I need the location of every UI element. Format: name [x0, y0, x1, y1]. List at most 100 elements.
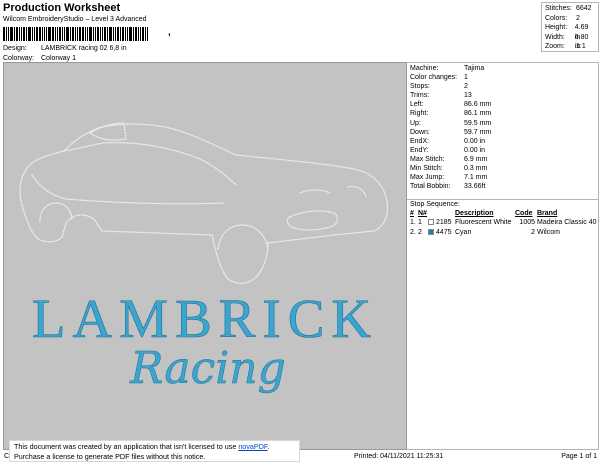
barcode-bar — [3, 27, 5, 41]
colorway-row: Colorway: Colorway 1 — [3, 55, 76, 62]
barcode-bar — [42, 27, 43, 41]
barcode-bar — [82, 27, 84, 41]
barcode-bar — [75, 27, 76, 41]
machine-info-row: Up: 59.5 mm — [410, 119, 596, 128]
table-row: 2. 2 4475 Cyan 2 Wilcom — [410, 228, 598, 238]
barcode — [3, 27, 167, 41]
row-code: 2 — [531, 228, 535, 236]
barcode-bar — [127, 27, 128, 41]
row-swatch-cell: 2185 — [428, 218, 455, 228]
novapdf-link[interactable]: novaPDF — [238, 442, 267, 451]
barcode-bar — [77, 27, 78, 41]
barcode-bar — [32, 27, 33, 41]
machine-info-value: 7.1 mm — [464, 174, 488, 182]
barcode-bar — [145, 27, 146, 41]
stat-value: 6.80 in — [574, 33, 589, 51]
stop-table-header: # N# Description Code Brand — [410, 209, 598, 218]
machine-info-row: Left: 86.6 mm — [410, 100, 596, 109]
machine-info-row: Down: 59.7 mm — [410, 128, 596, 137]
barcode-bar — [10, 27, 13, 41]
barcode-bar — [55, 27, 56, 41]
stat-label: Colors: — [545, 14, 568, 22]
machine-info-value: 0.00 in — [464, 137, 486, 145]
barcode-bar — [79, 27, 81, 41]
colorway-label: Colorway: — [3, 55, 35, 62]
machine-info-row: Machine: Tajima — [410, 64, 596, 73]
machine-info-row: Trims: 13 — [410, 91, 596, 100]
barcode-bar — [14, 27, 15, 41]
row-description: Fluorescent White — [455, 219, 512, 227]
barcode-bar — [46, 27, 47, 41]
barcode-bar — [66, 27, 69, 41]
machine-info-label: Max Stitch: — [410, 155, 445, 163]
col-num: # — [410, 210, 414, 217]
col-swatch — [428, 209, 455, 218]
machine-info-row: Max Jump: 7.1 mm — [410, 173, 596, 182]
thread-swatch-icon — [428, 228, 434, 235]
barcode-bar — [113, 27, 114, 41]
stat-label: Width: — [545, 33, 565, 41]
machine-info-row: EndY: 0.00 in — [410, 146, 596, 155]
barcode-bar — [28, 27, 31, 41]
design-subtitle-text: Racing — [129, 343, 286, 394]
car-outline — [19, 122, 389, 284]
stat-zoom: Zoom: 1:1 — [545, 42, 595, 52]
barcode-bar — [6, 27, 7, 41]
design-title-text: LAMBRICK — [32, 288, 378, 349]
barcode-bar — [36, 27, 38, 41]
barcode-bar — [57, 27, 58, 41]
barcode-bar — [142, 27, 144, 41]
barcode-bar — [147, 27, 148, 41]
software-name: Wilcom EmbroideryStudio – Level 3 Advanc… — [3, 16, 147, 23]
stat-value: 1:1 — [576, 43, 586, 50]
row-num: 2. — [410, 228, 416, 236]
row-brand: Madeira Classic 40 — [537, 219, 597, 227]
machine-info-label: Up: — [410, 119, 421, 127]
stat-label: Zoom: — [545, 43, 565, 50]
design-artwork: LAMBRICK Racing — [19, 122, 389, 394]
notice-line-2: Purchase a license to generate PDF files… — [14, 452, 206, 461]
machine-info-value: 1 — [464, 74, 468, 82]
row-num: 1. — [410, 219, 416, 227]
barcode-bar — [48, 27, 51, 41]
barcode-bar — [104, 27, 106, 41]
machine-info-label: Right: — [410, 110, 429, 118]
machine-info-value: 0.3 mm — [464, 165, 488, 173]
machine-info-value: 59.5 mm — [464, 119, 492, 127]
barcode-bar — [138, 27, 139, 41]
barcode-bar — [140, 27, 141, 41]
machine-info-row: Max Stitch: 6.9 mm — [410, 155, 596, 164]
barcode-bar — [26, 27, 27, 41]
stop-table-body: 1. 1 2185 Fluorescent White 1005 Madeira Clas… — [410, 218, 598, 237]
barcode-bar — [16, 27, 18, 41]
barcode-bar — [107, 27, 108, 41]
col-brand: Brand — [537, 210, 558, 217]
machine-info-label: Stops: — [410, 83, 430, 91]
barcode-bar — [44, 27, 45, 41]
machine-info-label: Min Stitch: — [410, 165, 443, 173]
machine-info-label: EndX: — [410, 137, 430, 145]
thread-number: 4475 — [436, 228, 452, 236]
barcode-bar — [23, 27, 25, 41]
barcode-bar — [70, 27, 71, 41]
stat-value: 6642 — [576, 5, 592, 12]
barcode-bar — [64, 27, 65, 41]
barcode-bar — [125, 27, 126, 41]
barcode-bar — [87, 27, 88, 41]
row-description: Cyan — [455, 228, 472, 236]
info-panel: Machine: Tajima Color changes: 1 Stops: 2 Trim… — [407, 62, 599, 450]
row-n: 2 — [418, 228, 422, 236]
notice-prefix: This document was created by an applicat… — [14, 442, 239, 451]
barcode-bar — [8, 27, 9, 41]
barcode-bar — [109, 27, 112, 41]
barcode-bar — [117, 27, 119, 41]
row-code: 1005 — [519, 219, 535, 227]
stop-sequence-table: # N# Description Code Brand 1. 1 2185 Fluor… — [410, 209, 598, 237]
design-row: Design: LAMBRICK racing 02 6,8 in — [3, 45, 127, 52]
machine-info-row: Total Bobbin: 33.66ft — [410, 182, 596, 191]
barcode-bar — [93, 27, 94, 41]
barcode-bar — [21, 27, 22, 41]
barcode-bar — [85, 27, 86, 41]
machine-info-list: Machine: Tajima Color changes: 1 Stops: 2 Trim… — [410, 64, 596, 191]
barcode-bar — [100, 27, 101, 41]
